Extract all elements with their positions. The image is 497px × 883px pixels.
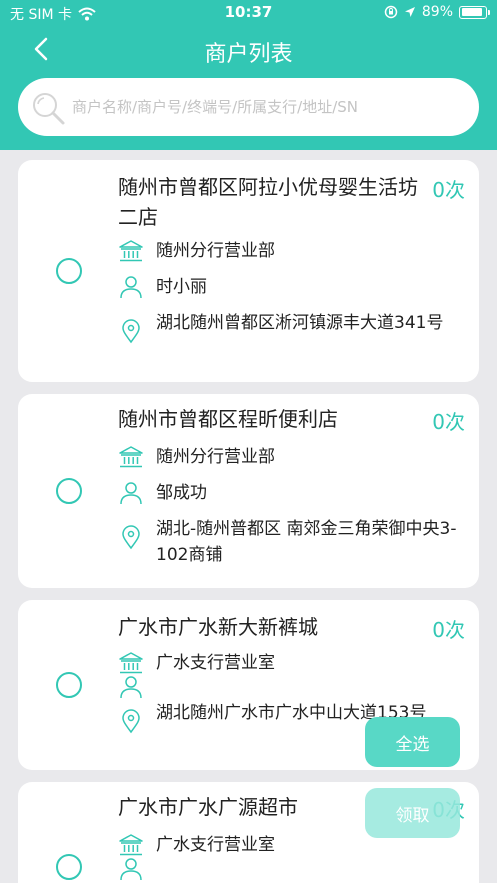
search-input[interactable] [72,90,462,124]
person-icon [120,858,142,881]
select-radio[interactable] [56,854,82,880]
contact-name: 邹成功 [156,483,207,503]
merchant-name: 随州市曾都区阿拉小优母婴生活坊二店 [118,175,418,229]
merchant-name: 随州市曾都区程昕便利店 [118,407,338,431]
branch-name: 广水支行营业室 [156,653,275,673]
merchant-address: 湖北-随州普都区 南郊金三角荣御中央3-102商铺 [156,519,457,565]
select-radio[interactable] [56,478,82,504]
bank-icon [119,446,143,468]
location-arrow-icon [404,7,415,17]
page-title: 商户列表 [204,42,293,67]
nav-bar: 商户列表 [0,26,497,76]
visit-count: 0次 [432,618,465,642]
branch-name: 随州分行营业部 [156,447,275,467]
battery-icon [459,5,490,19]
header: 无 SIM 卡 10:37 89% 商户列表 [0,0,497,150]
merchant-name: 广水市广水新大新裤城 [118,615,318,639]
select-all-button[interactable]: 全选 [365,717,460,767]
location-pin-icon [122,319,140,344]
bank-icon [119,652,143,674]
visit-count: 0次 [432,410,465,434]
merchant-card[interactable]: 随州市曾都区阿拉小优母婴生活坊二店 0次 随州分行营业部 时小丽 湖北随州曾都区… [18,160,479,382]
location-pin-icon [122,709,140,734]
contact-name: 时小丽 [156,277,207,297]
branch-name: 广水支行营业室 [156,835,275,855]
chevron-left-icon[interactable] [28,34,58,64]
person-icon [120,276,142,299]
location-pin-icon [122,525,140,550]
status-bar: 无 SIM 卡 10:37 89% [0,0,497,26]
merchant-address: 湖北随州曾都区淅河镇源丰大道341号 [156,313,444,333]
claim-button[interactable]: 领取 [365,788,460,838]
search-icon [33,93,65,125]
battery-percent: 89% [421,4,453,20]
bank-icon [119,834,143,856]
branch-name: 随州分行营业部 [156,241,275,261]
person-icon [120,676,142,699]
visit-count: 0次 [432,178,465,202]
merchant-card[interactable]: 随州市曾都区程昕便利店 0次 随州分行营业部 邹成功 湖北-随州普都区 南郊金三… [18,394,479,588]
rotation-lock-icon [384,5,398,19]
search-bar[interactable] [18,78,479,136]
bank-icon [119,240,143,262]
select-radio[interactable] [56,672,82,698]
select-radio[interactable] [56,258,82,284]
person-icon [120,482,142,505]
